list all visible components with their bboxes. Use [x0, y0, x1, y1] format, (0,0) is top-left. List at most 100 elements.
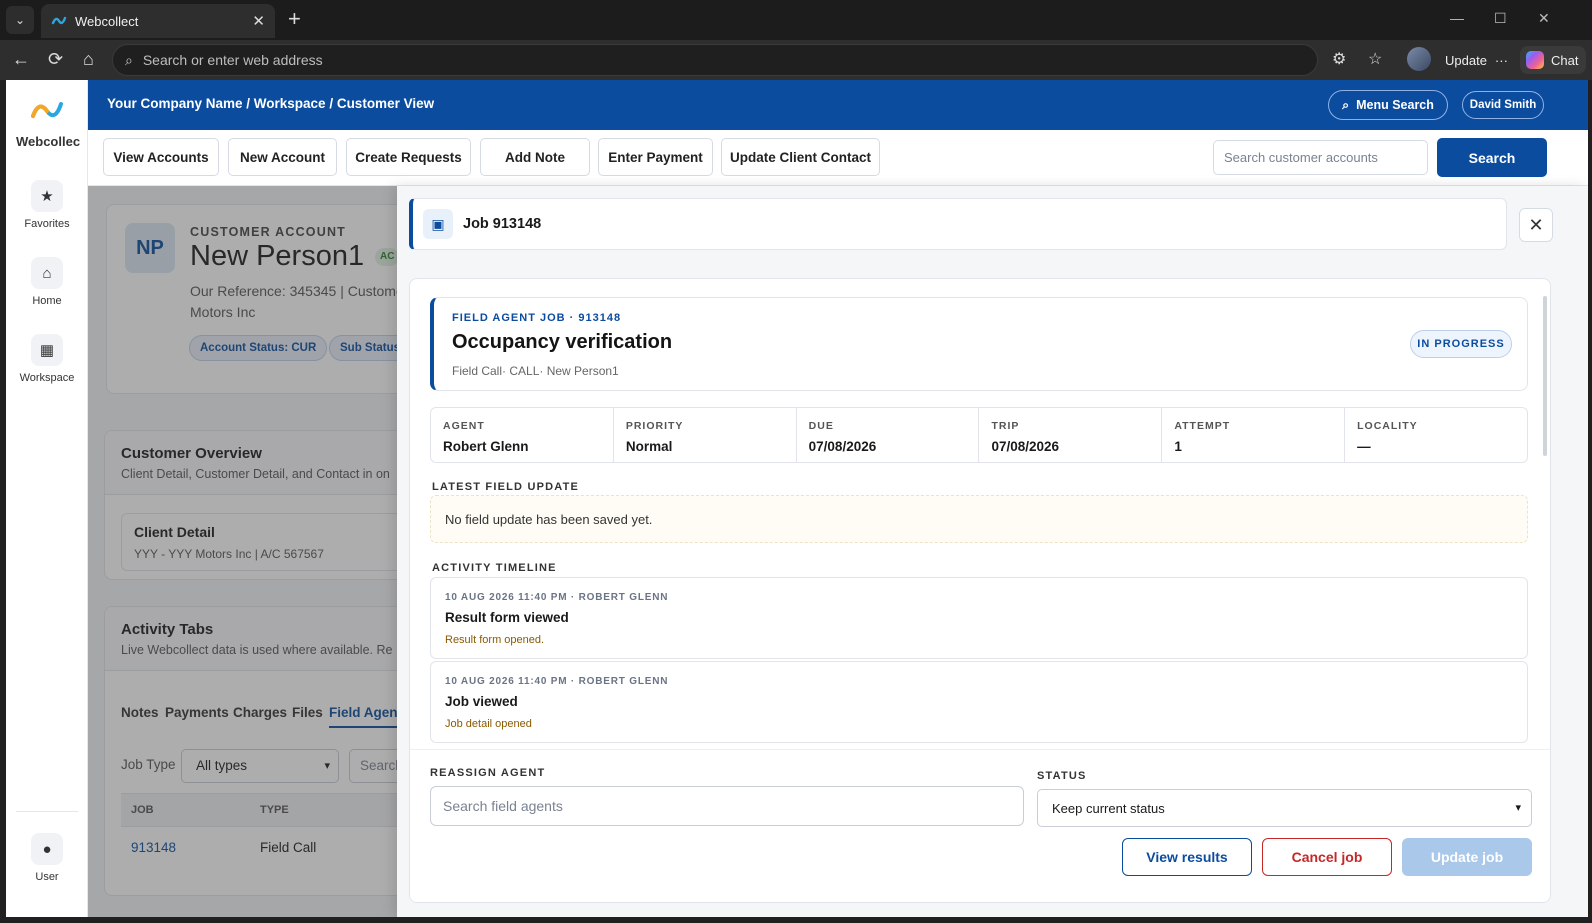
sidebar-item-home[interactable]: ⌂ Home [6, 257, 88, 307]
copilot-icon [1526, 51, 1544, 69]
sidebar: Webcollec ★ Favorites ⌂ Home ▦ Workspace… [6, 80, 88, 917]
cancel-job-button[interactable]: Cancel job [1262, 838, 1392, 876]
sidebar-item-label: Favorites [24, 218, 70, 230]
job-drawer-header: ▣ Job 913148 [409, 198, 1507, 250]
job-actions-footer: REASSIGN AGENT Search field agents STATU… [410, 749, 1550, 902]
enter-payment-button[interactable]: Enter Payment [598, 138, 713, 176]
close-icon: ✕ [1528, 214, 1544, 235]
clipboard-icon: ▣ [423, 209, 453, 239]
address-placeholder: Search or enter web address [142, 52, 323, 68]
address-toolbar: ← ⟳ ⌂ ⌕ Search or enter web address ⚙ ☆ … [0, 40, 1592, 80]
timeline-timestamp: 10 AUG 2026 11:40 PM · ROBERT GLENN [445, 592, 669, 603]
browser-tab[interactable]: Webcollect ✕ [41, 4, 275, 38]
tab-title: Webcollect [75, 13, 139, 29]
status-label: STATUS [1037, 770, 1087, 782]
status-badge: IN PROGRESS [1410, 330, 1512, 358]
extensions-icon[interactable]: ⚙ [1332, 49, 1346, 69]
chat-label: Chat [1551, 52, 1579, 68]
close-drawer-button[interactable]: ✕ [1519, 208, 1553, 242]
grid-icon: ▦ [31, 334, 63, 366]
meta-label: DUE [808, 420, 834, 432]
home-icon: ⌂ [31, 257, 63, 289]
update-job-button[interactable]: Update job [1402, 838, 1532, 876]
meta-value: 07/08/2026 [991, 439, 1060, 454]
sidebar-item-label: Home [32, 295, 62, 307]
meta-due: DUE 07/08/2026 [797, 408, 980, 462]
maximize-icon[interactable]: ☐ [1494, 10, 1507, 27]
latest-update-box: No field update has been saved yet. [430, 495, 1528, 543]
sidebar-item-label: Workspace [19, 372, 75, 384]
meta-locality: LOCALITY — [1345, 408, 1527, 462]
search-icon: ⌕ [125, 51, 133, 68]
meta-label: AGENT [443, 420, 485, 432]
menu-search-label: Menu Search [1356, 98, 1434, 112]
back-arrow-icon[interactable]: ← [12, 49, 30, 70]
action-toolbar: View Accounts New Account Create Request… [88, 130, 1588, 186]
more-icon: ··· [1494, 52, 1508, 68]
webcollect-favicon-icon [51, 16, 67, 25]
window-close-icon[interactable]: ✕ [1538, 10, 1550, 27]
browser-window: ⌄ Webcollect ✕ + — ☐ ✕ ← ⟳ ⌂ ⌕ Search or… [0, 0, 1592, 923]
timeline-item: 10 AUG 2026 11:40 PM · ROBERT GLENN Job … [430, 661, 1528, 743]
profile-avatar[interactable] [1407, 47, 1431, 71]
customer-search-input[interactable]: Search customer accounts [1213, 140, 1428, 175]
user-icon: ● [31, 833, 63, 865]
tab-close-icon[interactable]: ✕ [252, 12, 265, 30]
meta-value: 1 [1174, 439, 1182, 454]
search-icon: ⌕ [1342, 97, 1350, 112]
reassign-label: REASSIGN AGENT [430, 767, 546, 779]
meta-trip: TRIP 07/08/2026 [979, 408, 1163, 462]
sidebar-item-user[interactable]: ● User [6, 833, 88, 883]
update-button[interactable]: Update ··· [1437, 46, 1513, 74]
reassign-agent-input[interactable]: Search field agents [430, 786, 1024, 826]
update-label: Update [1445, 52, 1487, 68]
job-kicker: FIELD AGENT JOB · 913148 [452, 312, 622, 324]
minimize-icon[interactable]: — [1450, 10, 1464, 26]
job-title: Occupancy verification [452, 331, 673, 353]
job-summary-card: FIELD AGENT JOB · 913148 Occupancy verif… [430, 297, 1528, 391]
modal-backdrop[interactable] [88, 186, 398, 917]
sidebar-item-label: User [35, 871, 59, 883]
sidebar-item-workspace[interactable]: ▦ Workspace [6, 334, 88, 384]
job-detail-panel: FIELD AGENT JOB · 913148 Occupancy verif… [409, 278, 1551, 903]
meta-label: TRIP [991, 420, 1020, 432]
menu-search-button[interactable]: ⌕ Menu Search [1328, 90, 1448, 120]
timeline-timestamp: 10 AUG 2026 11:40 PM · ROBERT GLENN [445, 676, 669, 687]
job-subtitle: Field Call· CALL· New Person1 [452, 364, 619, 378]
new-account-button[interactable]: New Account [228, 138, 337, 176]
star-icon: ★ [31, 180, 63, 212]
address-input[interactable]: ⌕ Search or enter web address [112, 44, 1318, 76]
meta-agent: AGENT Robert Glenn [431, 408, 614, 462]
refresh-icon[interactable]: ⟳ [48, 49, 63, 70]
meta-value: Normal [625, 439, 673, 454]
status-select[interactable]: Keep current status ▾ [1037, 789, 1532, 827]
new-tab-plus-icon[interactable]: + [288, 8, 301, 30]
view-results-button[interactable]: View results [1122, 838, 1252, 876]
brand-name: Webcollec [16, 134, 81, 149]
meta-label: PRIORITY [625, 420, 684, 432]
add-note-button[interactable]: Add Note [480, 138, 590, 176]
create-requests-button[interactable]: Create Requests [346, 138, 471, 176]
view-accounts-button[interactable]: View Accounts [103, 138, 219, 176]
meta-label: ATTEMPT [1174, 420, 1231, 432]
user-menu-button[interactable]: David Smith [1462, 91, 1544, 119]
meta-value: 07/08/2026 [808, 439, 877, 454]
job-drawer: ▣ Job 913148 ✕ FIELD AGENT JOB · 913148 … [397, 186, 1588, 917]
update-client-contact-button[interactable]: Update Client Contact [721, 138, 880, 176]
tab-actions-chevron-icon[interactable]: ⌄ [6, 6, 34, 34]
web-page: Webcollec ★ Favorites ⌂ Home ▦ Workspace… [6, 80, 1588, 917]
webcollect-logo-icon [31, 102, 63, 118]
meta-label: LOCALITY [1357, 420, 1418, 432]
app-header: Your Company Name / Workspace / Customer… [88, 80, 1588, 130]
sidebar-item-favorites[interactable]: ★ Favorites [6, 180, 88, 230]
tab-bar: ⌄ Webcollect ✕ + — ☐ ✕ [0, 0, 1592, 40]
home-icon[interactable]: ⌂ [83, 49, 94, 70]
favorites-star-icon[interactable]: ☆ [1368, 49, 1382, 69]
chat-button[interactable]: Chat [1520, 46, 1586, 74]
timeline-title: Job viewed [445, 694, 518, 709]
panel-scrollbar[interactable] [1543, 296, 1547, 456]
search-button[interactable]: Search [1437, 138, 1547, 177]
meta-value: Robert Glenn [443, 439, 529, 454]
breadcrumb: Your Company Name / Workspace / Customer… [107, 96, 435, 111]
timeline-label: ACTIVITY TIMELINE [432, 562, 557, 574]
